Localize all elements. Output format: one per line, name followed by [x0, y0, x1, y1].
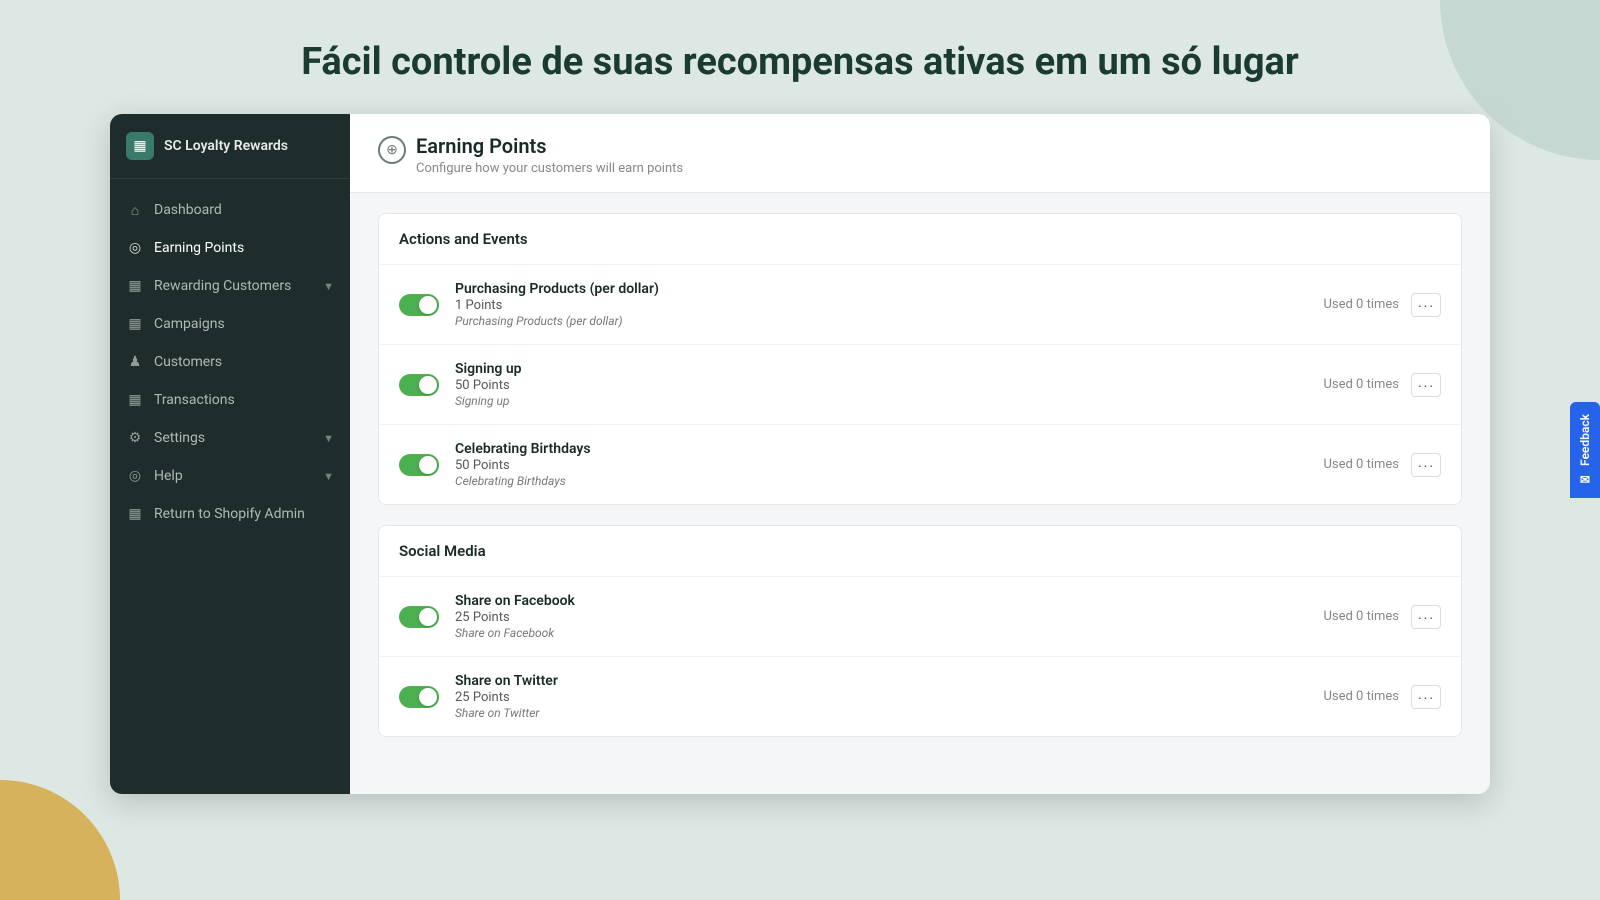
- feedback-tab[interactable]: ✉ Feedback: [1570, 402, 1600, 498]
- action-desc-purchasing-products: Purchasing Products (per dollar): [455, 314, 1307, 328]
- action-desc-celebrating-birthdays: Celebrating Birthdays: [455, 474, 1307, 488]
- sidebar-item-transactions[interactable]: ▦ Transactions: [110, 381, 350, 419]
- chevron-icon-help: ▼: [323, 470, 334, 483]
- action-points-signing-up: 50 Points: [455, 378, 1307, 393]
- action-meta-share-facebook: Used 0 times ···: [1323, 605, 1441, 629]
- feedback-label: Feedback: [1578, 414, 1592, 466]
- brand-icon: ▦: [126, 132, 154, 160]
- nav-label-earning-points: Earning Points: [154, 240, 244, 256]
- action-info-celebrating-birthdays: Celebrating Birthdays 50 Points Celebrat…: [455, 441, 1307, 488]
- sidebar: ▦ SC Loyalty Rewards ⌂ Dashboard ◎ Earni…: [110, 114, 350, 794]
- hero-title: Fácil controle de suas recompensas ativa…: [0, 0, 1600, 114]
- feedback-icon: ✉: [1578, 472, 1592, 486]
- main-content: ⊕ Earning Points Configure how your cust…: [350, 114, 1490, 794]
- nav-label-customers: Customers: [154, 354, 222, 370]
- nav-icon-customers: ♟: [126, 353, 144, 371]
- section-social-media: Social Media Share on Facebook 25 Points…: [378, 525, 1462, 737]
- nav-icon-return-shopify: ▦: [126, 505, 144, 523]
- action-row-signing-up: Signing up 50 Points Signing up Used 0 t…: [379, 345, 1461, 425]
- toggle-signing-up[interactable]: [399, 374, 439, 396]
- sidebar-item-return-shopify[interactable]: ▦ Return to Shopify Admin: [110, 495, 350, 533]
- sidebar-item-dashboard[interactable]: ⌂ Dashboard: [110, 191, 350, 229]
- nav-icon-earning-points: ◎: [126, 239, 144, 257]
- action-info-share-facebook: Share on Facebook 25 Points Share on Fac…: [455, 593, 1307, 640]
- nav-label-rewarding-customers: Rewarding Customers: [154, 278, 291, 294]
- action-name-share-twitter: Share on Twitter: [455, 673, 1307, 689]
- nav-label-campaigns: Campaigns: [154, 316, 225, 332]
- brand-name: SC Loyalty Rewards: [164, 138, 288, 154]
- more-button-purchasing-products[interactable]: ···: [1411, 293, 1441, 317]
- nav-icon-dashboard: ⌂: [126, 201, 144, 219]
- used-times-share-twitter: Used 0 times: [1323, 689, 1399, 704]
- page-header-icon: ⊕: [378, 136, 406, 164]
- bg-shape-bottom-left: [0, 780, 120, 900]
- action-points-purchasing-products: 1 Points: [455, 298, 1307, 313]
- sidebar-item-rewarding-customers[interactable]: ▦ Rewarding Customers ▼: [110, 267, 350, 305]
- action-meta-share-twitter: Used 0 times ···: [1323, 685, 1441, 709]
- sidebar-nav: ⌂ Dashboard ◎ Earning Points ▦ Rewarding…: [110, 179, 350, 794]
- action-name-share-facebook: Share on Facebook: [455, 593, 1307, 609]
- used-times-signing-up: Used 0 times: [1323, 377, 1399, 392]
- sidebar-brand: ▦ SC Loyalty Rewards: [110, 114, 350, 179]
- nav-label-settings: Settings: [154, 430, 205, 446]
- action-row-purchasing-products: Purchasing Products (per dollar) 1 Point…: [379, 265, 1461, 345]
- action-meta-celebrating-birthdays: Used 0 times ···: [1323, 453, 1441, 477]
- more-button-celebrating-birthdays[interactable]: ···: [1411, 453, 1441, 477]
- more-button-signing-up[interactable]: ···: [1411, 373, 1441, 397]
- action-info-signing-up: Signing up 50 Points Signing up: [455, 361, 1307, 408]
- nav-label-dashboard: Dashboard: [154, 202, 222, 218]
- section-actions-events: Actions and Events Purchasing Products (…: [378, 213, 1462, 505]
- sidebar-item-help[interactable]: ◎ Help ▼: [110, 457, 350, 495]
- action-desc-share-facebook: Share on Facebook: [455, 626, 1307, 640]
- nav-label-transactions: Transactions: [154, 392, 235, 408]
- chevron-icon-settings: ▼: [323, 432, 334, 445]
- action-points-share-facebook: 25 Points: [455, 610, 1307, 625]
- action-row-celebrating-birthdays: Celebrating Birthdays 50 Points Celebrat…: [379, 425, 1461, 504]
- app-wrapper: ▦ SC Loyalty Rewards ⌂ Dashboard ◎ Earni…: [110, 114, 1490, 794]
- action-desc-signing-up: Signing up: [455, 394, 1307, 408]
- more-button-share-facebook[interactable]: ···: [1411, 605, 1441, 629]
- page-header-text: Earning Points Configure how your custom…: [416, 134, 683, 176]
- content-area: Actions and Events Purchasing Products (…: [350, 193, 1490, 777]
- nav-icon-rewarding-customers: ▦: [126, 277, 144, 295]
- nav-icon-campaigns: ▦: [126, 315, 144, 333]
- action-row-share-facebook: Share on Facebook 25 Points Share on Fac…: [379, 577, 1461, 657]
- action-points-share-twitter: 25 Points: [455, 690, 1307, 705]
- action-desc-share-twitter: Share on Twitter: [455, 706, 1307, 720]
- action-info-share-twitter: Share on Twitter 25 Points Share on Twit…: [455, 673, 1307, 720]
- sidebar-item-earning-points[interactable]: ◎ Earning Points: [110, 229, 350, 267]
- nav-icon-settings: ⚙: [126, 429, 144, 447]
- nav-label-help: Help: [154, 468, 183, 484]
- action-row-share-twitter: Share on Twitter 25 Points Share on Twit…: [379, 657, 1461, 736]
- more-button-share-twitter[interactable]: ···: [1411, 685, 1441, 709]
- action-points-celebrating-birthdays: 50 Points: [455, 458, 1307, 473]
- sidebar-item-settings[interactable]: ⚙ Settings ▼: [110, 419, 350, 457]
- section-title-actions-events: Actions and Events: [379, 214, 1461, 265]
- toggle-celebrating-birthdays[interactable]: [399, 454, 439, 476]
- page-header: ⊕ Earning Points Configure how your cust…: [350, 114, 1490, 193]
- used-times-celebrating-birthdays: Used 0 times: [1323, 457, 1399, 472]
- action-name-signing-up: Signing up: [455, 361, 1307, 377]
- toggle-purchasing-products[interactable]: [399, 294, 439, 316]
- action-meta-purchasing-products: Used 0 times ···: [1323, 293, 1441, 317]
- nav-icon-help: ◎: [126, 467, 144, 485]
- sidebar-item-campaigns[interactable]: ▦ Campaigns: [110, 305, 350, 343]
- nav-label-return-shopify: Return to Shopify Admin: [154, 506, 305, 522]
- page-subtitle: Configure how your customers will earn p…: [416, 161, 683, 176]
- section-title-social-media: Social Media: [379, 526, 1461, 577]
- used-times-share-facebook: Used 0 times: [1323, 609, 1399, 624]
- toggle-share-facebook[interactable]: [399, 606, 439, 628]
- nav-icon-transactions: ▦: [126, 391, 144, 409]
- chevron-icon-rewarding-customers: ▼: [323, 280, 334, 293]
- action-info-purchasing-products: Purchasing Products (per dollar) 1 Point…: [455, 281, 1307, 328]
- action-meta-signing-up: Used 0 times ···: [1323, 373, 1441, 397]
- page-title: Earning Points: [416, 134, 683, 158]
- sidebar-item-customers[interactable]: ♟ Customers: [110, 343, 350, 381]
- used-times-purchasing-products: Used 0 times: [1323, 297, 1399, 312]
- toggle-share-twitter[interactable]: [399, 686, 439, 708]
- action-name-purchasing-products: Purchasing Products (per dollar): [455, 281, 1307, 297]
- action-name-celebrating-birthdays: Celebrating Birthdays: [455, 441, 1307, 457]
